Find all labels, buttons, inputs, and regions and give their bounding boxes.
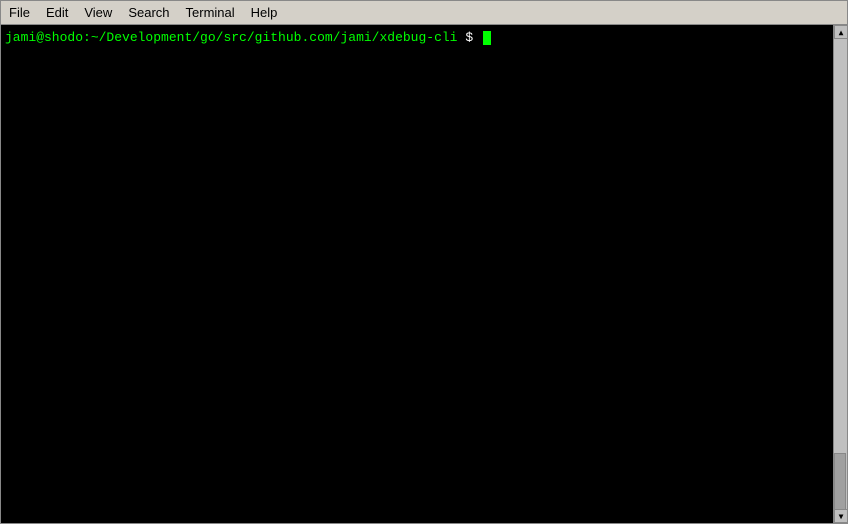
menu-file[interactable]: File — [1, 1, 38, 24]
scrollbar-down-button[interactable]: ▼ — [834, 509, 847, 523]
menu-view[interactable]: View — [76, 1, 120, 24]
prompt-dollar: $ — [458, 29, 481, 47]
terminal-prompt-line: jami@shodo : ~/Development/go/src/github… — [5, 29, 843, 47]
terminal-body[interactable]: jami@shodo : ~/Development/go/src/github… — [1, 25, 847, 523]
scrollbar-up-button[interactable]: ▲ — [834, 25, 847, 39]
menu-terminal[interactable]: Terminal — [178, 1, 243, 24]
scrollbar-thumb[interactable] — [834, 453, 846, 513]
menu-edit[interactable]: Edit — [38, 1, 76, 24]
terminal-window: File Edit View Search Terminal Help jami… — [0, 0, 848, 524]
menubar: File Edit View Search Terminal Help — [1, 1, 847, 25]
prompt-separator: : — [83, 29, 91, 47]
prompt-path: ~/Development/go/src/github.com/jami/xde… — [91, 29, 458, 47]
menu-help[interactable]: Help — [243, 1, 286, 24]
scrollbar[interactable]: ▲ ▼ — [833, 25, 847, 523]
menu-search[interactable]: Search — [120, 1, 177, 24]
terminal-cursor — [483, 31, 491, 45]
prompt-user: jami@shodo — [5, 29, 83, 47]
